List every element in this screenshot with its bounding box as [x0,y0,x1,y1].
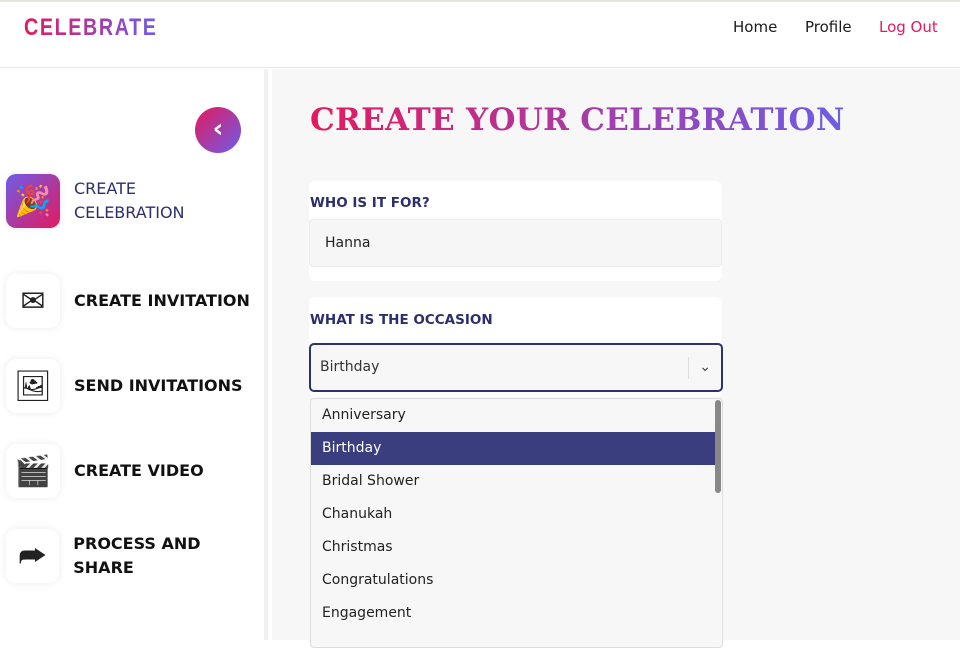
nav-logout[interactable]: Log Out [879,18,938,36]
share-video-icon: ⮫ [6,529,60,583]
occasion-label: WHAT IS THE OCCASION [310,312,493,328]
nav-home[interactable]: Home [733,18,777,36]
main-content: CREATE YOUR CELEBRATION WHO IS IT FOR? H… [272,69,960,648]
sidebar-item-label: CREATE INVITATION [74,291,250,310]
page-title: CREATE YOUR CELEBRATION [310,102,845,138]
top-navbar: CELEBRATE Home Profile Log Out [0,0,960,68]
option-bridal-shower[interactable]: Bridal Shower [311,465,715,498]
nav-profile[interactable]: Profile [805,18,852,36]
occasion-dropdown-list[interactable]: Anniversary Birthday Bridal Shower Chanu… [310,398,723,648]
sidebar-item-send-invitations[interactable]: 🖼 SEND INVITATIONS [6,359,243,413]
sidebar-item-label: CREATE [74,179,136,198]
sidebar-item-create-video[interactable]: 🎬 CREATE VIDEO [6,444,204,498]
who-card: WHO IS IT FOR? Hanna [309,181,722,281]
sidebar-item-process-and-share[interactable]: ⮫ PROCESS AND SHARE [6,529,264,583]
sidebar-item-label: CELEBRATION [74,203,185,222]
occasion-selected-value: Birthday [320,359,380,375]
sidebar-item-create-invitation[interactable]: ✉ CREATE INVITATION [6,274,250,328]
option-congratulations[interactable]: Congratulations [311,564,715,597]
who-label: WHO IS IT FOR? [310,195,430,211]
collapse-sidebar-button[interactable]: ‹ [195,107,241,153]
clapperboard-icon: 🎬 [6,444,60,498]
sidebar-item-create-celebration[interactable]: 🎉 CREATE CELEBRATION [6,174,185,228]
option-christmas[interactable]: Christmas [311,531,715,564]
chevron-left-icon: ‹ [212,114,224,144]
sidebar-item-label: CREATE VIDEO [74,461,204,480]
dropdown-scrollbar[interactable] [715,400,721,493]
sidebar-item-label: PROCESS AND SHARE [73,534,201,577]
logo[interactable]: CELEBRATE [24,14,158,42]
invitation-envelope-icon: ✉ [6,274,60,328]
occasion-card: WHAT IS THE OCCASION Birthday ⌄ [309,297,723,397]
option-chanukah[interactable]: Chanukah [311,498,715,531]
option-birthday[interactable]: Birthday [311,432,715,465]
party-popper-icon: 🎉 [6,174,60,228]
chevron-down-icon[interactable]: ⌄ [699,345,711,390]
option-engagement[interactable]: Engagement [311,597,715,630]
who-input[interactable]: Hanna [309,219,722,267]
option-anniversary[interactable]: Anniversary [311,399,715,432]
sidebar-item-label: SEND INVITATIONS [74,376,243,395]
send-card-icon: 🖼 [6,359,60,413]
occasion-select[interactable]: Birthday ⌄ [309,343,723,392]
sidebar: ‹ 🎉 CREATE CELEBRATION ✉ CREATE INVITATIO… [0,69,268,640]
select-divider [688,357,689,379]
